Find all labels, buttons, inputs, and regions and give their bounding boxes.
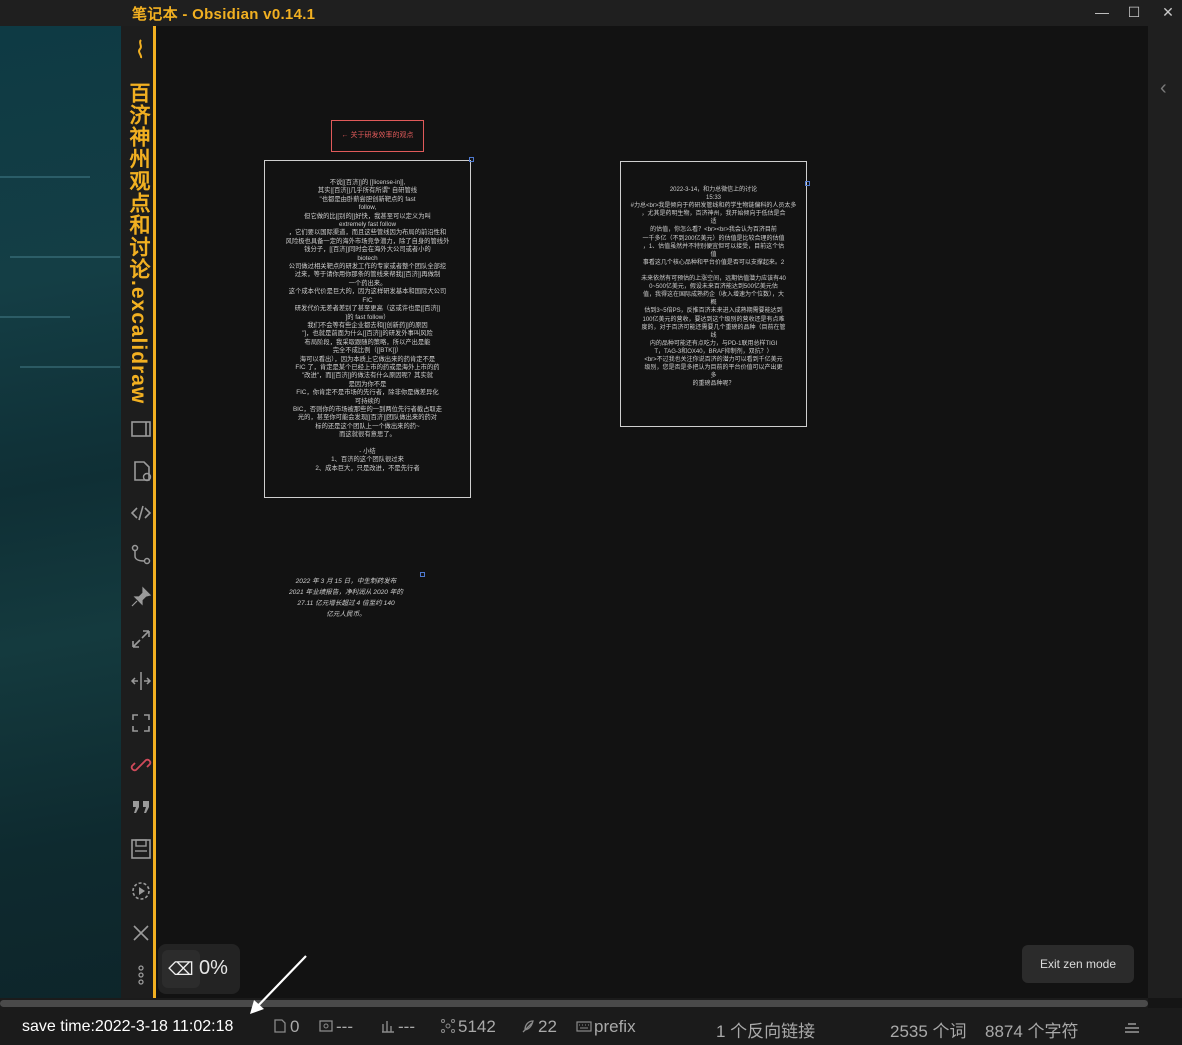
save-time: save time:2022-3-18 11:02:18 bbox=[22, 1018, 234, 1035]
obsidian-logo-icon[interactable] bbox=[128, 36, 154, 62]
window-title: 笔记本 - Obsidian v0.14.1 bbox=[132, 6, 316, 23]
edges-value: 22 bbox=[538, 1017, 557, 1036]
settings-play-icon[interactable] bbox=[128, 878, 154, 904]
frames-value: --- bbox=[336, 1017, 353, 1036]
link-anchor-icon[interactable] bbox=[469, 157, 474, 162]
status-bar: save time:2022-3-18 11:02:18 0 --- --- 5… bbox=[0, 1008, 1182, 1045]
minimize-button[interactable]: — bbox=[1084, 0, 1120, 26]
image-frame-icon bbox=[319, 1020, 333, 1032]
canvas-red-label[interactable]: ← 关于研发效率的观点 bbox=[331, 120, 424, 152]
maximize-button[interactable]: ☐ bbox=[1116, 0, 1152, 26]
exit-zen-mode-button[interactable]: Exit zen mode bbox=[1022, 945, 1134, 983]
eraser-icon[interactable]: ⌫ bbox=[162, 950, 200, 988]
right-text-card[interactable]: 2022-3-14，和力总微信上的讨论 15:33 #力总<br>我是倾向于药研… bbox=[620, 161, 807, 427]
sync-stack-icon[interactable] bbox=[1122, 1017, 1142, 1042]
wallpaper-streak bbox=[0, 316, 70, 318]
graph-branch-icon[interactable] bbox=[128, 542, 154, 568]
left-text-card[interactable]: 不说[[百济]]的 [[license-in]], 其实[[百济]]几乎所有所谓… bbox=[264, 160, 471, 498]
backlinks-text[interactable]: 1 个反向链接 bbox=[716, 1017, 815, 1042]
link-icon[interactable] bbox=[128, 752, 154, 778]
more-options-icon[interactable] bbox=[128, 962, 154, 988]
keyboard-mode-item[interactable]: prefix bbox=[576, 1017, 636, 1037]
annotation-arrow bbox=[250, 955, 307, 1014]
edges-item[interactable]: 22 bbox=[520, 1017, 557, 1037]
nodes-item[interactable]: 5142 bbox=[440, 1017, 496, 1037]
new-file-icon[interactable] bbox=[128, 458, 154, 484]
frames-item[interactable]: --- bbox=[318, 1017, 353, 1037]
columns-icon bbox=[382, 1021, 394, 1033]
pin-icon[interactable] bbox=[128, 584, 154, 610]
wallpaper-streak bbox=[20, 366, 120, 368]
chevron-left-icon[interactable]: ‹ bbox=[1160, 77, 1167, 100]
feather-icon bbox=[522, 1020, 534, 1033]
columns-value: --- bbox=[398, 1017, 415, 1036]
title-bar: 笔记本 - Obsidian v0.14.1 — ☐ ✕ bbox=[0, 0, 1182, 26]
slides-icon[interactable] bbox=[128, 416, 154, 442]
quote-icon[interactable] bbox=[128, 794, 154, 820]
close-window-button[interactable]: ✕ bbox=[1150, 0, 1182, 26]
nodes-value: 5142 bbox=[458, 1017, 496, 1036]
zoom-value[interactable]: 0% bbox=[199, 957, 228, 980]
file-arrow-icon bbox=[274, 1019, 286, 1033]
link-anchor-icon[interactable] bbox=[805, 181, 810, 186]
horizontal-scrollbar-thumb[interactable] bbox=[0, 1000, 1148, 1007]
link-anchor-icon[interactable] bbox=[420, 572, 425, 577]
char-count: 8874 个字符 bbox=[985, 1022, 1079, 1041]
close-icon[interactable] bbox=[128, 920, 154, 946]
nodes-graph-icon bbox=[441, 1019, 455, 1033]
keyboard-icon bbox=[576, 1021, 592, 1032]
keyboard-mode-value: prefix bbox=[594, 1017, 636, 1036]
wallpaper-streak bbox=[0, 176, 90, 178]
right-sidebar-collapsed bbox=[1148, 26, 1182, 998]
wallpaper-streak bbox=[10, 256, 120, 258]
save-icon[interactable] bbox=[128, 836, 154, 862]
expand-icon[interactable] bbox=[128, 626, 154, 652]
file-title: 百济神州观点和讨论.excalidraw bbox=[127, 82, 150, 405]
canvas-note-text[interactable]: 2022 年 3 月 15 日，中生制药发布 2021 年业绩报告，净利润从 2… bbox=[276, 576, 416, 620]
columns-item[interactable]: --- bbox=[380, 1017, 415, 1037]
split-horizontal-icon[interactable] bbox=[128, 668, 154, 694]
code-icon[interactable] bbox=[128, 500, 154, 526]
word-count: 2535 个词 bbox=[890, 1022, 967, 1041]
backlinks-count-item[interactable]: 0 bbox=[272, 1017, 299, 1037]
fullscreen-icon[interactable] bbox=[128, 710, 154, 736]
desktop-background bbox=[0, 26, 121, 1045]
